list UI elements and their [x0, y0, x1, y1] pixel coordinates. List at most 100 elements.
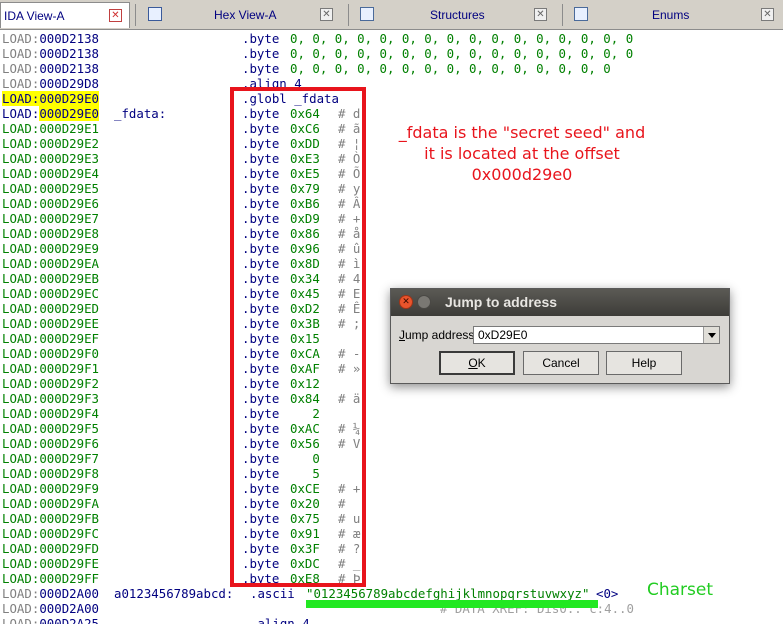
- address[interactable]: LOAD:000D29FE: [2, 556, 99, 571]
- offset[interactable]: 000D29EA: [39, 256, 99, 271]
- offset[interactable]: 000D29E8: [39, 226, 99, 241]
- offset[interactable]: 000D29FC: [39, 526, 99, 541]
- address[interactable]: LOAD:000D29E0: [2, 91, 99, 106]
- listing-line[interactable]: LOAD:000D29FB .byte 0x75 # u: [0, 511, 783, 526]
- address[interactable]: LOAD:000D29FD: [2, 541, 99, 556]
- offset[interactable]: 000D29EC: [39, 286, 99, 301]
- listing-line[interactable]: LOAD:000D29FE .byte 0xDC # _: [0, 556, 783, 571]
- address[interactable]: LOAD:000D29F1: [2, 361, 99, 376]
- offset[interactable]: 000D2A00: [39, 601, 99, 616]
- address[interactable]: LOAD:000D29EA: [2, 256, 99, 271]
- offset[interactable]: 000D29F7: [39, 451, 99, 466]
- minimize-icon[interactable]: [417, 295, 431, 309]
- address[interactable]: LOAD:000D2138: [2, 61, 99, 76]
- offset[interactable]: 000D29FD: [39, 541, 99, 556]
- address[interactable]: LOAD:000D29E2: [2, 136, 99, 151]
- offset[interactable]: 000D29EF: [39, 331, 99, 346]
- listing-line[interactable]: LOAD:000D29F9 .byte 0xCE # +: [0, 481, 783, 496]
- help-button[interactable]: Help: [606, 351, 682, 375]
- listing-line[interactable]: LOAD:000D2138 .byte 0, 0, 0, 0, 0, 0, 0, 0…: [0, 46, 783, 61]
- address[interactable]: LOAD:000D29F2: [2, 376, 99, 391]
- address[interactable]: LOAD:000D29E5: [2, 181, 99, 196]
- offset[interactable]: 000D2A00: [39, 586, 99, 601]
- jump-address-value[interactable]: 0xD29E0: [478, 328, 527, 342]
- address[interactable]: LOAD:000D29FA: [2, 496, 99, 511]
- ok-button[interactable]: OK: [439, 351, 515, 375]
- offset[interactable]: 000D29EB: [39, 271, 99, 286]
- listing-line[interactable]: LOAD:000D29EB .byte 0x34 # 4: [0, 271, 783, 286]
- address[interactable]: LOAD:000D29E9: [2, 241, 99, 256]
- cancel-button[interactable]: Cancel: [523, 351, 599, 375]
- address[interactable]: LOAD:000D29F5: [2, 421, 99, 436]
- offset[interactable]: 000D29D8: [39, 76, 99, 91]
- tab-hex-view-a[interactable]: Hex View-A ✕: [140, 2, 340, 28]
- offset[interactable]: 000D29F0: [39, 346, 99, 361]
- offset[interactable]: 000D29F3: [39, 391, 99, 406]
- offset[interactable]: 000D29E7: [39, 211, 99, 226]
- offset[interactable]: 000D29F4: [39, 406, 99, 421]
- listing-line[interactable]: LOAD:000D29E9 .byte 0x96 # û: [0, 241, 783, 256]
- address[interactable]: LOAD:000D29E1: [2, 121, 99, 136]
- offset[interactable]: 000D29E0: [39, 91, 99, 106]
- address[interactable]: LOAD:000D29EE: [2, 316, 99, 331]
- address[interactable]: LOAD:000D29FF: [2, 571, 99, 586]
- offset[interactable]: 000D29E9: [39, 241, 99, 256]
- listing-line[interactable]: LOAD:000D29E0 _fdata: .byte 0x64 # d: [0, 106, 783, 121]
- listing-line[interactable]: LOAD:000D2138 .byte 0, 0, 0, 0, 0, 0, 0, 0…: [0, 31, 783, 46]
- listing-line[interactable]: LOAD:000D29FC .byte 0x91 # æ: [0, 526, 783, 541]
- offset[interactable]: 000D29E4: [39, 166, 99, 181]
- dialog-title-bar[interactable]: ✕ Jump to address: [391, 289, 729, 316]
- listing-line[interactable]: LOAD:000D29EA .byte 0x8D # ì: [0, 256, 783, 271]
- listing-line[interactable]: LOAD:000D29F3 .byte 0x84 # ä: [0, 391, 783, 406]
- tab-ida-view-a[interactable]: IDA View-A ✕: [0, 2, 130, 28]
- listing-line[interactable]: LOAD:000D29E8 .byte 0x86 # å: [0, 226, 783, 241]
- address[interactable]: LOAD:000D29E0: [2, 106, 99, 121]
- offset[interactable]: 000D29F9: [39, 481, 99, 496]
- address[interactable]: LOAD:000D29F7: [2, 451, 99, 466]
- address[interactable]: LOAD:000D29F0: [2, 346, 99, 361]
- listing-line[interactable]: LOAD:000D29E7 .byte 0xD9 # +: [0, 211, 783, 226]
- address[interactable]: LOAD:000D2138: [2, 46, 99, 61]
- listing-line[interactable]: LOAD:000D29F8 .byte 5: [0, 466, 783, 481]
- close-icon[interactable]: ✕: [399, 295, 413, 309]
- address[interactable]: LOAD:000D29D8: [2, 76, 99, 91]
- offset[interactable]: 000D2138: [39, 46, 99, 61]
- symbol-label[interactable]: a0123456789abcd:: [114, 586, 233, 601]
- address[interactable]: LOAD:000D29E3: [2, 151, 99, 166]
- address[interactable]: LOAD:000D29FC: [2, 526, 99, 541]
- listing-line[interactable]: LOAD:000D29E6 .byte 0xB6 # Â: [0, 196, 783, 211]
- listing-line[interactable]: LOAD:000D29FA .byte 0x20 #: [0, 496, 783, 511]
- jump-address-combobox[interactable]: 0xD29E0: [473, 326, 720, 344]
- offset[interactable]: 000D29FB: [39, 511, 99, 526]
- offset[interactable]: 000D29F2: [39, 376, 99, 391]
- offset[interactable]: 000D29F5: [39, 421, 99, 436]
- offset[interactable]: 000D29FA: [39, 496, 99, 511]
- listing-line[interactable]: LOAD:000D29D8 .align 4: [0, 76, 783, 91]
- tab-enums[interactable]: Enums ✕: [566, 2, 783, 28]
- offset[interactable]: 000D29E2: [39, 136, 99, 151]
- listing-line[interactable]: LOAD:000D29F5 .byte 0xAC # ¼: [0, 421, 783, 436]
- offset[interactable]: 000D29FE: [39, 556, 99, 571]
- address[interactable]: LOAD:000D2138: [2, 31, 99, 46]
- address[interactable]: LOAD:000D29E8: [2, 226, 99, 241]
- offset[interactable]: 000D2138: [39, 61, 99, 76]
- address[interactable]: LOAD:000D29F4: [2, 406, 99, 421]
- close-icon[interactable]: ✕: [320, 8, 333, 21]
- address[interactable]: LOAD:000D2A00: [2, 601, 99, 616]
- listing-line[interactable]: LOAD:000D29E0 .globl _fdata: [0, 91, 783, 106]
- offset[interactable]: 000D29E5: [39, 181, 99, 196]
- address[interactable]: LOAD:000D2A25: [2, 616, 99, 624]
- address[interactable]: LOAD:000D2A00: [2, 586, 99, 601]
- offset[interactable]: 000D29ED: [39, 301, 99, 316]
- offset[interactable]: 000D29F1: [39, 361, 99, 376]
- address[interactable]: LOAD:000D29E6: [2, 196, 99, 211]
- symbol-label[interactable]: _fdata:: [114, 106, 166, 121]
- offset[interactable]: 000D2A25: [39, 616, 99, 624]
- tab-structures[interactable]: Structures ✕: [352, 2, 556, 28]
- offset[interactable]: 000D29FF: [39, 571, 99, 586]
- close-icon[interactable]: ✕: [109, 9, 122, 22]
- address[interactable]: LOAD:000D29ED: [2, 301, 99, 316]
- address[interactable]: LOAD:000D29F9: [2, 481, 99, 496]
- address[interactable]: LOAD:000D29EB: [2, 271, 99, 286]
- offset[interactable]: 000D29F6: [39, 436, 99, 451]
